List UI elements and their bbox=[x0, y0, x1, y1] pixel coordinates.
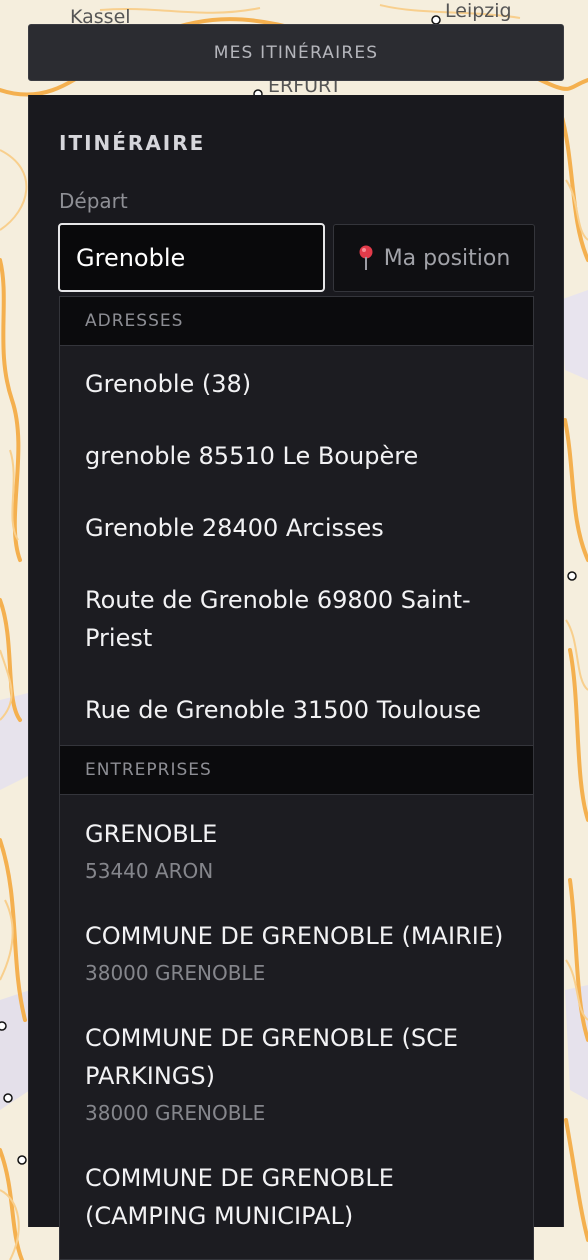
company-suggestion[interactable]: COMMUNE DE GRENOBLE (SCE PARKINGS) 38000… bbox=[60, 1019, 533, 1131]
address-suggestion[interactable]: Rue de Grenoble 31500 Toulouse bbox=[60, 691, 533, 729]
panel-title: Itinéraire bbox=[59, 131, 206, 155]
depart-label: Départ bbox=[59, 189, 128, 213]
suggestions-dropdown: Adresses Grenoble (38) grenoble 85510 Le… bbox=[59, 296, 534, 1260]
depart-input[interactable] bbox=[58, 223, 325, 292]
my-position-button[interactable]: Ma position bbox=[333, 224, 535, 292]
company-suggestion[interactable]: COMMUNE DE GRENOBLE (MAIRIE) 38000 GRENO… bbox=[60, 917, 533, 991]
company-name: COMMUNE DE GRENOBLE (CAMPING MUNICIPAL) bbox=[85, 1164, 394, 1230]
company-location: 38000 GRENOBLE bbox=[85, 1101, 266, 1125]
company-name: GRENOBLE bbox=[85, 820, 218, 848]
companies-list: GRENOBLE 53440 ARON COMMUNE DE GRENOBLE … bbox=[60, 795, 533, 1235]
companies-header: Entreprises bbox=[60, 746, 533, 795]
my-trips-label: Mes itinéraires bbox=[213, 42, 379, 63]
map-label-leipzig: Leipzig bbox=[445, 0, 512, 22]
addresses-list: Grenoble (38) grenoble 85510 Le Boupère … bbox=[60, 346, 533, 746]
addresses-header: Adresses bbox=[60, 297, 533, 346]
company-location: 38000 GRENOBLE bbox=[85, 961, 266, 985]
company-location: 53440 ARON bbox=[85, 859, 214, 883]
company-suggestion[interactable]: GRENOBLE 53440 ARON bbox=[60, 815, 533, 889]
address-suggestion[interactable]: grenoble 85510 Le Boupère bbox=[60, 437, 533, 475]
company-name: COMMUNE DE GRENOBLE (MAIRIE) bbox=[85, 922, 504, 950]
pin-icon bbox=[358, 245, 374, 271]
my-trips-button[interactable]: Mes itinéraires bbox=[28, 24, 564, 81]
my-position-label: Ma position bbox=[383, 245, 511, 271]
address-suggestion[interactable]: Grenoble 28400 Arcisses bbox=[60, 509, 533, 547]
company-suggestion[interactable]: COMMUNE DE GRENOBLE (CAMPING MUNICIPAL) bbox=[60, 1159, 533, 1235]
address-suggestion[interactable]: Grenoble (38) bbox=[60, 365, 533, 403]
address-suggestion[interactable]: Route de Grenoble 69800 Saint-Priest bbox=[60, 581, 533, 657]
company-name: COMMUNE DE GRENOBLE (SCE PARKINGS) bbox=[85, 1024, 459, 1090]
